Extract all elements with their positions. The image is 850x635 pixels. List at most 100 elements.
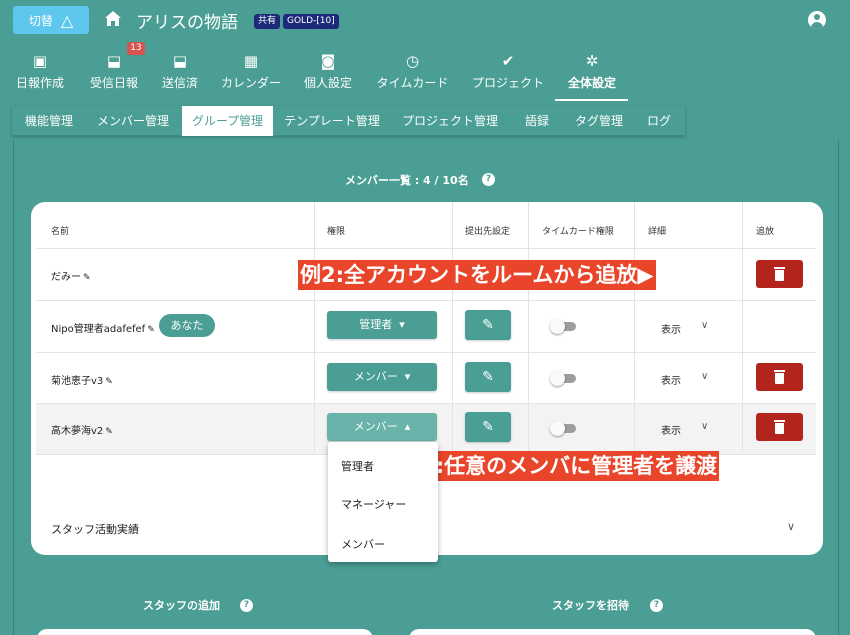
column-divider xyxy=(314,202,315,452)
add-staff-card xyxy=(37,629,373,635)
tab-timecard[interactable]: ◷ タイムカード xyxy=(375,48,450,102)
active-tab-indicator xyxy=(555,99,628,101)
member-name: 高木夢海v2 xyxy=(51,426,104,437)
dropdown-option-member[interactable]: メンバー xyxy=(341,536,385,552)
tab-project[interactable]: ✔ プロジェクト xyxy=(471,48,545,102)
delete-button[interactable] xyxy=(756,363,803,391)
row-divider xyxy=(36,248,816,249)
tab-daily-report-create[interactable]: ▣ 日報作成 xyxy=(10,48,70,102)
subtab-templates[interactable]: テンプレート管理 xyxy=(282,106,382,136)
column-divider xyxy=(634,202,635,452)
row-divider xyxy=(36,352,816,353)
role-select[interactable]: メンバー ▾ xyxy=(327,363,437,391)
check-double-icon: ✔ xyxy=(501,52,515,70)
tab-sent[interactable]: ⬓ 送信済 xyxy=(156,48,204,102)
role-label: 管理者 xyxy=(359,318,393,331)
pencil-icon: ✎ xyxy=(482,419,494,435)
outbox-icon: ⬓ xyxy=(172,52,188,70)
triangle-icon: △ xyxy=(60,10,74,30)
help-icon[interactable]: ? xyxy=(650,599,663,612)
role-select[interactable]: 管理者 ▾ xyxy=(327,311,437,339)
staff-activity-label[interactable]: スタッフ活動実績 xyxy=(51,521,139,537)
subtab-members[interactable]: メンバー管理 xyxy=(92,106,174,136)
switch-label: 切替 xyxy=(28,13,53,28)
you-badge: あなた xyxy=(159,314,215,337)
role-select[interactable]: メンバー ▴ xyxy=(327,413,437,441)
switch-button[interactable]: 切替 △ xyxy=(13,6,89,34)
subtab-features[interactable]: 機能管理 xyxy=(18,106,80,136)
timecard-toggle[interactable] xyxy=(550,369,578,387)
details-show[interactable]: 表示 xyxy=(661,372,681,387)
file-plus-icon: ▣ xyxy=(32,52,48,70)
tab-label: プロジェクト xyxy=(471,76,544,90)
row-divider xyxy=(36,300,816,301)
caret-up-icon: ▴ xyxy=(401,420,411,433)
timecard-toggle[interactable] xyxy=(550,419,578,437)
help-icon[interactable]: ? xyxy=(240,599,253,612)
home-icon[interactable] xyxy=(104,10,122,28)
member-name: Nipo管理者adafefef xyxy=(51,324,146,335)
add-staff-title: スタッフの追加 xyxy=(143,599,220,612)
tab-label: 個人設定 xyxy=(303,76,352,90)
tab-received-reports[interactable]: ⬓ 受信日報 xyxy=(84,48,144,102)
members-count: メンバー一覧 : 4 / 10名 xyxy=(345,174,469,187)
pencil-icon: ✎ xyxy=(482,317,494,333)
chevron-down-icon[interactable]: ∨ xyxy=(701,320,708,331)
member-name: だみー xyxy=(51,272,81,283)
subtab-tags[interactable]: タグ管理 xyxy=(568,106,630,136)
subtab-log[interactable]: ログ xyxy=(640,106,678,136)
tab-label: 日報作成 xyxy=(15,76,64,90)
details-show[interactable]: 表示 xyxy=(661,422,681,437)
subtab-projects[interactable]: プロジェクト管理 xyxy=(400,106,500,136)
column-header: 権限 xyxy=(327,227,346,237)
subtab-quotes[interactable]: 語録 xyxy=(518,106,556,136)
column-header: タイムカード権限 xyxy=(542,227,614,237)
chevron-down-icon[interactable]: ∨ xyxy=(701,421,708,432)
tab-label: カレンダー xyxy=(220,76,281,90)
role-label: メンバー xyxy=(353,370,398,383)
person-card-icon: ◙ xyxy=(320,52,336,70)
tab-calendar[interactable]: ▦ カレンダー xyxy=(220,48,282,102)
timer-icon: ◷ xyxy=(405,52,420,70)
pencil-icon[interactable]: ✎ xyxy=(83,273,91,283)
delete-button[interactable] xyxy=(756,413,803,441)
plan-badge: GOLD-[10] xyxy=(283,14,339,29)
table-row-name: 菊池恵子v3 ✎ xyxy=(51,372,113,387)
pencil-icon[interactable]: ✎ xyxy=(105,377,113,387)
column-divider xyxy=(742,202,743,452)
pencil-icon[interactable]: ✎ xyxy=(105,427,113,437)
details-show[interactable]: 表示 xyxy=(661,321,681,336)
account-circle-icon[interactable] xyxy=(808,11,826,29)
edit-destination-button[interactable]: ✎ xyxy=(465,412,511,442)
subtab-groups[interactable]: グループ管理 xyxy=(182,106,273,136)
dropdown-option-admin[interactable]: 管理者 xyxy=(341,458,374,474)
edit-destination-button[interactable]: ✎ xyxy=(465,310,511,340)
caret-down-icon: ▾ xyxy=(395,318,405,331)
help-icon[interactable]: ? xyxy=(482,173,495,186)
callout-example-2: 例2:全アカウントをルームから追放▶ xyxy=(298,260,656,290)
caret-down-icon: ▾ xyxy=(401,370,411,383)
tab-personal-settings[interactable]: ◙ 個人設定 xyxy=(299,48,357,102)
gear-icon: ✲ xyxy=(585,52,599,70)
tab-label: 送信済 xyxy=(161,76,198,90)
trash-icon xyxy=(774,370,785,384)
dropdown-option-manager[interactable]: マネージャー xyxy=(341,496,406,512)
invite-staff-card xyxy=(409,629,816,635)
chevron-down-icon[interactable]: ∨ xyxy=(701,371,708,382)
chevron-down-icon[interactable]: ∨ xyxy=(787,520,795,533)
table-row-name: Nipo管理者adafefef ✎ xyxy=(51,320,155,335)
column-header: 名前 xyxy=(51,227,70,237)
pencil-icon[interactable]: ✎ xyxy=(147,325,155,335)
trash-icon xyxy=(774,420,785,434)
tab-global-settings[interactable]: ✲ 全体設定 xyxy=(557,48,627,102)
content-border-right xyxy=(838,140,839,635)
delete-button[interactable] xyxy=(756,260,803,288)
edit-destination-button[interactable]: ✎ xyxy=(465,362,511,392)
tab-label: タイムカード xyxy=(376,76,449,90)
role-label: メンバー xyxy=(353,420,398,433)
timecard-toggle[interactable] xyxy=(550,317,578,335)
member-name: 菊池恵子v3 xyxy=(51,376,104,387)
trash-icon xyxy=(774,267,785,281)
column-divider xyxy=(452,202,453,452)
top-bar: 切替 △ アリスの物語 共有 GOLD-[10] xyxy=(0,0,850,40)
